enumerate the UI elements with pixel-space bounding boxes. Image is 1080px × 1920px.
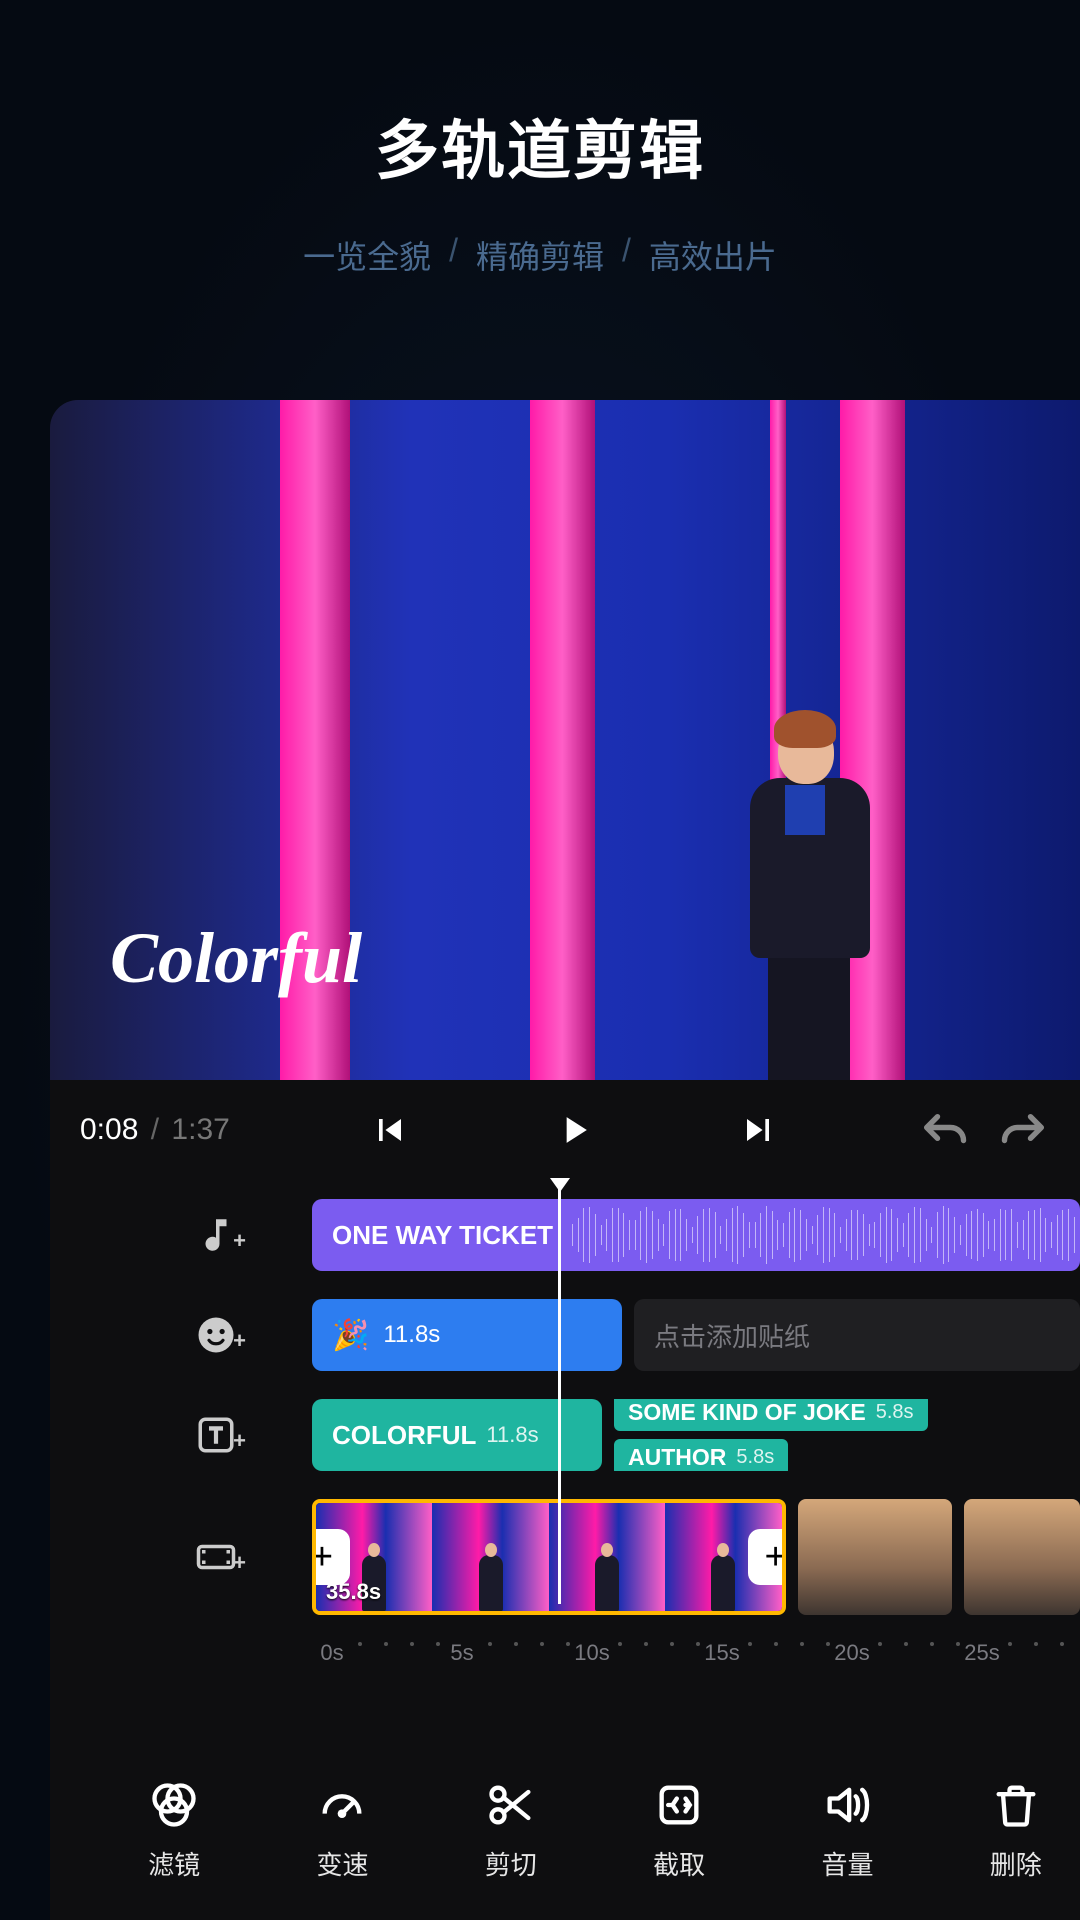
sticker-clip[interactable]: 🎉 11.8s (312, 1299, 622, 1371)
video-clip[interactable] (964, 1499, 1080, 1615)
tool-label: 剪切 (485, 1845, 537, 1882)
text-clip[interactable]: AUTHOR 5.8s (614, 1439, 788, 1471)
video-preview[interactable]: Colorful (50, 400, 1080, 1080)
text-chip-duration: 5.8s (736, 1446, 774, 1469)
text-clip-label: COLORFUL (332, 1420, 476, 1451)
sticker-duration: 11.8s (383, 1321, 440, 1349)
time-ruler[interactable]: 0s 5s 10s 15s 20s 25s (312, 1632, 1080, 1692)
sticker-placeholder[interactable]: 点击添加贴纸 (634, 1299, 1080, 1371)
ruler-tick: 15s (704, 1640, 739, 1666)
video-clip-selected[interactable]: + 35.8s + (312, 1499, 786, 1615)
music-clip[interactable]: ONE WAY TICKET (312, 1199, 1080, 1271)
play-icon (552, 1108, 596, 1152)
preview-text-overlay: Colorful (110, 917, 362, 1000)
video-clip[interactable] (798, 1499, 953, 1615)
separator: / (622, 232, 631, 278)
text-chip-label: SOME KIND OF JOKE (628, 1399, 866, 1426)
total-time: 1:37 (171, 1113, 229, 1146)
filter-tool[interactable]: 滤镜 (109, 1779, 239, 1882)
current-time: 0:08 (80, 1113, 138, 1146)
volume-tool[interactable]: 音量 (782, 1779, 912, 1882)
subtitle-part-2: 精确剪辑 (476, 232, 604, 278)
plus-icon: + (233, 1228, 246, 1254)
text-clip-duration: 11.8s (486, 1422, 538, 1448)
add-sticker-button[interactable]: + (180, 1314, 252, 1356)
undo-button[interactable] (918, 1108, 970, 1152)
playback-controls: 0:08 / 1:37 (50, 1080, 1080, 1180)
add-video-button[interactable]: + (180, 1536, 252, 1578)
tool-label: 滤镜 (148, 1845, 200, 1882)
preview-graphic (530, 400, 595, 1080)
skip-previous-icon (368, 1108, 412, 1152)
tool-label: 音量 (821, 1845, 873, 1882)
plus-icon: + (233, 1550, 246, 1576)
crop-icon (653, 1779, 705, 1831)
add-clip-after-button[interactable]: + (748, 1529, 786, 1585)
tool-label: 删除 (990, 1845, 1042, 1882)
preview-subject (730, 710, 880, 1080)
bottom-toolbar: 滤镜 变速 剪切 截取 音量 删除 (50, 1760, 1080, 1920)
add-clip-before-button[interactable]: + (312, 1529, 350, 1585)
music-track: + ONE WAY TICKET (50, 1192, 1080, 1278)
redo-icon (998, 1108, 1050, 1147)
subtitle-part-1: 一览全貌 (303, 232, 431, 278)
ruler-tick: 0s (320, 1640, 343, 1666)
video-editor: Colorful 0:08 / 1:37 (50, 400, 1080, 1920)
page-title: 多轨道剪辑 (0, 100, 1080, 192)
filmstrip-icon (195, 1536, 237, 1578)
speedometer-icon (316, 1779, 368, 1831)
video-track: + + 35.8s + (50, 1492, 1080, 1622)
text-chip-duration: 5.8s (876, 1401, 914, 1424)
text-track: + COLORFUL 11.8s SOME KIND OF JOKE 5.8s … (50, 1392, 1080, 1478)
redo-button[interactable] (998, 1108, 1050, 1152)
ruler-tick: 5s (450, 1640, 473, 1666)
playhead[interactable] (558, 1180, 561, 1604)
sticker-placeholder-label: 点击添加贴纸 (654, 1317, 810, 1354)
speed-tool[interactable]: 变速 (277, 1779, 407, 1882)
text-icon (195, 1414, 237, 1456)
tool-label: 变速 (316, 1845, 368, 1882)
plus-icon: + (233, 1328, 246, 1354)
volume-icon (821, 1779, 873, 1831)
next-button[interactable] (736, 1108, 780, 1152)
timeline-tracks: + ONE WAY TICKET + 🎉 11.8s 点击添加贴纸 (50, 1180, 1080, 1692)
music-clip-label: ONE WAY TICKET (332, 1220, 553, 1251)
play-button[interactable] (552, 1108, 596, 1152)
sticker-track: + 🎉 11.8s 点击添加贴纸 (50, 1292, 1080, 1378)
time-display: 0:08 / 1:37 (80, 1113, 230, 1147)
ruler-tick: 20s (834, 1640, 869, 1666)
tool-label: 截取 (653, 1845, 705, 1882)
waveform (572, 1199, 1080, 1271)
emoji-icon (195, 1314, 237, 1356)
page-subtitle: 一览全貌 / 精确剪辑 / 高效出片 (0, 232, 1080, 278)
previous-button[interactable] (368, 1108, 412, 1152)
trash-icon (990, 1779, 1042, 1831)
delete-tool[interactable]: 删除 (951, 1779, 1080, 1882)
plus-icon: + (233, 1428, 246, 1454)
text-clip[interactable]: SOME KIND OF JOKE 5.8s (614, 1399, 928, 1431)
scissors-icon (485, 1779, 537, 1831)
separator: / (449, 232, 458, 278)
crop-tool[interactable]: 截取 (614, 1779, 744, 1882)
skip-next-icon (736, 1108, 780, 1152)
subtitle-part-3: 高效出片 (649, 232, 777, 278)
text-chip-label: AUTHOR (628, 1444, 726, 1471)
time-separator: / (151, 1113, 159, 1146)
cut-tool[interactable]: 剪切 (446, 1779, 576, 1882)
undo-icon (918, 1108, 970, 1147)
ruler-tick: 10s (574, 1640, 609, 1666)
filter-icon (148, 1779, 200, 1831)
sticker-emoji: 🎉 (332, 1318, 369, 1353)
ruler-tick: 25s (964, 1640, 999, 1666)
marketing-header: 多轨道剪辑 一览全貌 / 精确剪辑 / 高效出片 (0, 0, 1080, 278)
music-icon (195, 1214, 237, 1256)
add-music-button[interactable]: + (180, 1214, 252, 1256)
add-text-button[interactable]: + (180, 1414, 252, 1456)
